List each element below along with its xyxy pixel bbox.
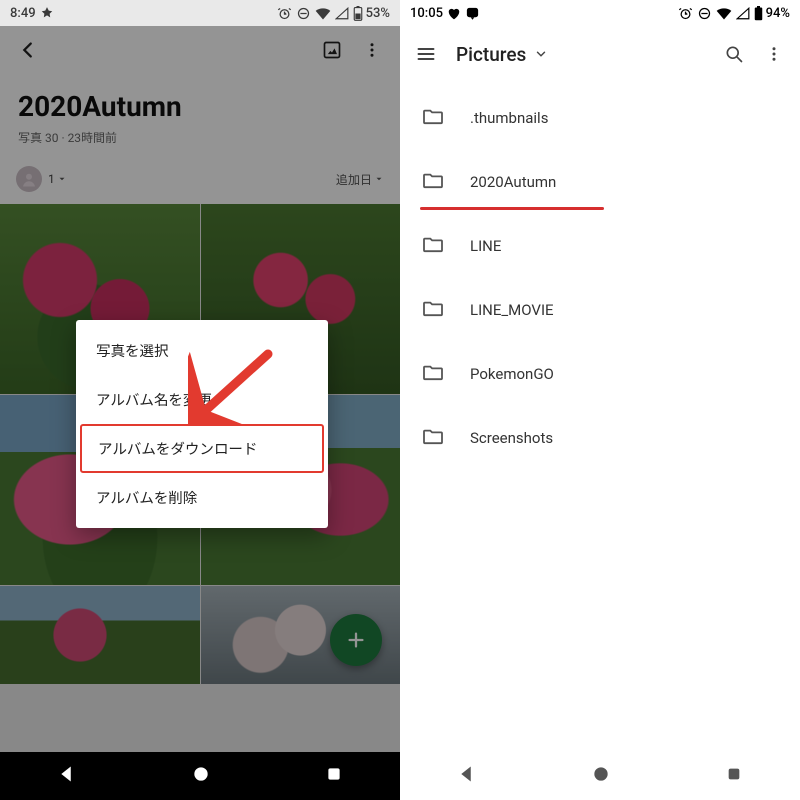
- folder-row[interactable]: 2020Autumn: [400, 150, 800, 214]
- folder-row[interactable]: LINE: [400, 214, 800, 278]
- folder-icon: [422, 235, 444, 257]
- folder-name: 2020Autumn: [470, 173, 556, 191]
- battery-percent: 53%: [366, 6, 390, 21]
- more-menu-button[interactable]: [754, 34, 794, 74]
- right-screenshot: 10:05 94% Pictures: [400, 0, 800, 800]
- dnd-icon: [296, 6, 311, 21]
- alarm-icon: [277, 6, 292, 21]
- folder-row[interactable]: PokemonGO: [400, 342, 800, 406]
- folder-icon: [422, 363, 444, 385]
- search-button[interactable]: [714, 34, 754, 74]
- wifi-icon: [716, 7, 732, 20]
- battery-percent: 94%: [766, 6, 790, 21]
- people-count[interactable]: 1: [48, 172, 67, 186]
- menu-download-album[interactable]: アルバムをダウンロード: [80, 424, 324, 473]
- album-context-menu: 写真を選択 アルバム名を変更 アルバムをダウンロード アルバムを削除: [76, 320, 328, 528]
- app-notif-icon: [465, 6, 480, 21]
- clock: 8:49: [10, 6, 36, 21]
- add-photos-fab[interactable]: [330, 614, 382, 666]
- dnd-icon: [697, 6, 712, 21]
- folder-name: LINE: [470, 237, 501, 255]
- folder-row[interactable]: .thumbnails: [400, 86, 800, 150]
- folder-icon: [422, 171, 444, 193]
- nav-home-button[interactable]: [191, 764, 211, 788]
- nav-recents-button[interactable]: [325, 765, 343, 787]
- signal-icon: [335, 7, 349, 20]
- android-nav-bar: [0, 752, 400, 800]
- nav-recents-button[interactable]: [726, 766, 742, 786]
- folder-name: Screenshots: [470, 429, 553, 447]
- menu-delete-album[interactable]: アルバムを削除: [76, 473, 328, 522]
- folder-icon: [422, 299, 444, 321]
- files-appbar: Pictures: [400, 26, 800, 82]
- album-subtitle: 写真 30 · 23時間前: [18, 129, 382, 146]
- wifi-icon: [315, 7, 331, 20]
- battery-icon: [353, 6, 363, 21]
- folder-name: .thumbnails: [470, 109, 548, 127]
- menu-select-photos[interactable]: 写真を選択: [76, 326, 328, 375]
- menu-rename-album[interactable]: アルバム名を変更: [76, 375, 328, 424]
- folder-icon: [422, 427, 444, 449]
- app-indicator-icon: [40, 6, 54, 20]
- album-appbar: [0, 26, 400, 74]
- nav-back-button[interactable]: [458, 765, 476, 787]
- folder-row[interactable]: LINE_MOVIE: [400, 278, 800, 342]
- folder-row[interactable]: Screenshots: [400, 406, 800, 470]
- folder-name: PokemonGO: [470, 365, 554, 383]
- more-menu-button[interactable]: [352, 30, 392, 70]
- status-bar: 8:49 53%: [0, 0, 400, 26]
- clock: 10:05: [410, 6, 443, 21]
- alarm-icon: [678, 6, 693, 21]
- photo-tile[interactable]: [0, 586, 200, 684]
- sort-dropdown[interactable]: 追加日: [336, 171, 384, 188]
- avatar[interactable]: [16, 166, 42, 192]
- folder-icon: [422, 107, 444, 129]
- nav-back-button[interactable]: [57, 764, 77, 788]
- album-header: 2020Autumn 写真 30 · 23時間前: [0, 74, 400, 156]
- folder-list: .thumbnails 2020Autumn LINE LINE_MOVIE P…: [400, 82, 800, 474]
- android-nav-bar: [400, 752, 800, 800]
- slideshow-icon[interactable]: [312, 30, 352, 70]
- status-bar: 10:05 94%: [400, 0, 800, 26]
- battery-icon: [754, 6, 763, 21]
- heart-icon: [447, 7, 461, 20]
- folder-name: LINE_MOVIE: [470, 301, 554, 319]
- folder-title-dropdown[interactable]: Pictures: [456, 43, 548, 66]
- album-title: 2020Autumn: [18, 90, 382, 123]
- signal-icon: [736, 7, 750, 20]
- nav-home-button[interactable]: [591, 764, 611, 788]
- annotation-underline: [420, 207, 604, 210]
- left-screenshot: 8:49 53% 2020Autumn 写真 30 · 2: [0, 0, 400, 800]
- hamburger-menu-button[interactable]: [406, 34, 446, 74]
- back-button[interactable]: [8, 30, 48, 70]
- album-meta-row: 1 追加日: [0, 156, 400, 204]
